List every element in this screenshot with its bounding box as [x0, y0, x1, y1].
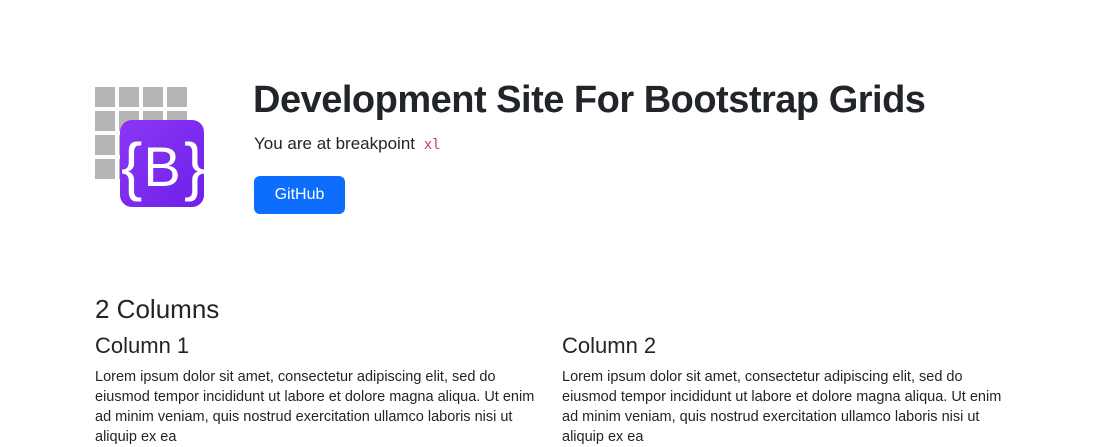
column-title: Column 2 [562, 333, 657, 358]
page: B { } Development Site For Bootstrap Gri… [0, 0, 1104, 445]
section-title: 2 Columns [95, 294, 220, 324]
column-1: Column 1 Lorem ipsum dolor sit amet, con… [95, 331, 545, 447]
column-text: Lorem ipsum dolor sit amet, consectetur … [95, 369, 535, 445]
breakpoint-label: You are at breakpoint [254, 134, 415, 153]
brace-right: } [184, 130, 205, 202]
brace-left: { [121, 130, 142, 202]
breakpoint-value: xl [423, 137, 441, 153]
column-text: Lorem ipsum dolor sit amet, consectetur … [562, 369, 1002, 445]
page-title: Development Site For Bootstrap Grids [253, 79, 926, 121]
column-2: Column 2 Lorem ipsum dolor sit amet, con… [562, 331, 1012, 447]
bootstrap-letter: B [143, 135, 180, 198]
github-button[interactable]: GitHub [254, 176, 345, 214]
breakpoint-indicator: You are at breakpoint xl [254, 133, 441, 156]
column-title: Column 1 [95, 333, 190, 358]
bootstrap-grid-logo-icon: B { } [95, 87, 205, 207]
